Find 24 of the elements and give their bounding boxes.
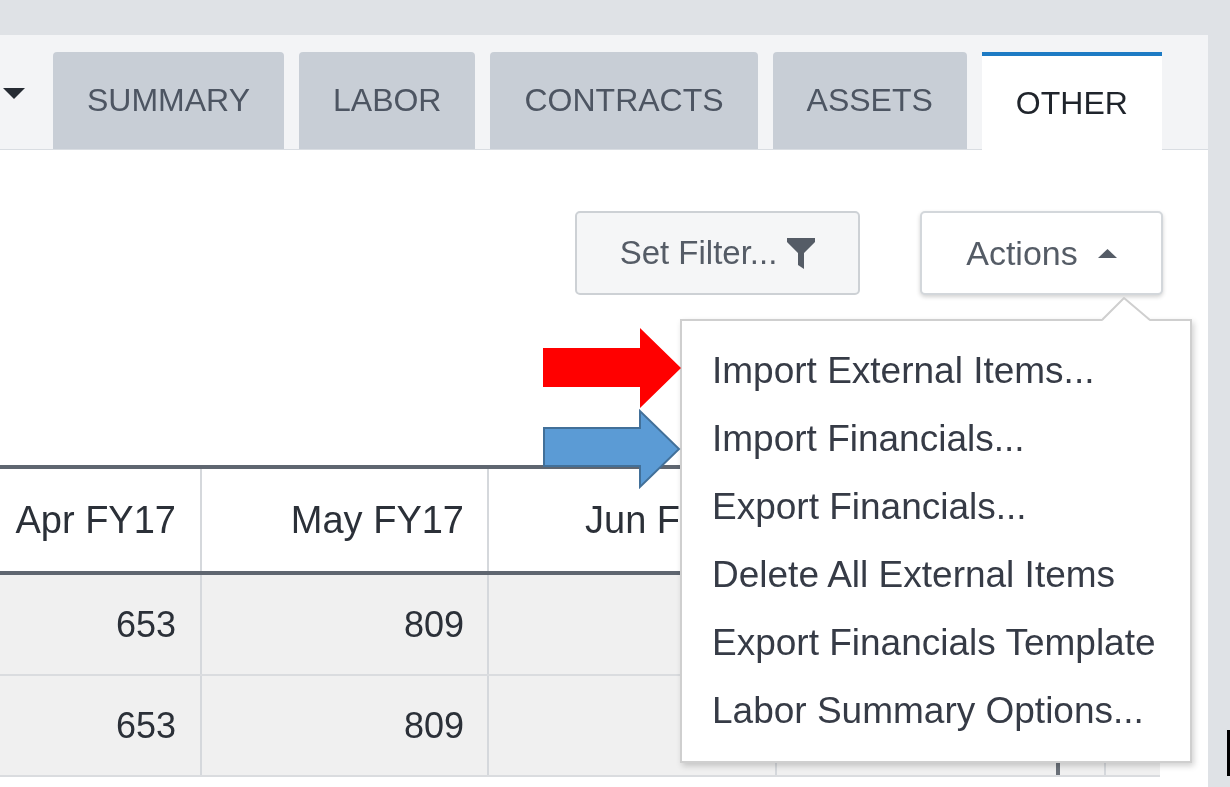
menu-item[interactable]: Export Financials Template bbox=[682, 609, 1190, 677]
set-filter-button[interactable]: Set Filter... bbox=[575, 211, 860, 295]
tab[interactable]: SUMMARY bbox=[53, 52, 284, 149]
table-cell: 653 bbox=[115, 704, 176, 747]
column-header: Jun F bbox=[585, 498, 681, 542]
column-header: Apr FY17 bbox=[15, 498, 176, 542]
caret-up-icon bbox=[1097, 248, 1117, 258]
filter-icon bbox=[787, 237, 816, 269]
caret-down-icon[interactable] bbox=[3, 88, 25, 99]
table-cell: 809 bbox=[403, 704, 464, 747]
tab[interactable]: OTHER bbox=[981, 52, 1162, 150]
menu-item[interactable]: Import External Items... bbox=[682, 337, 1190, 405]
tab[interactable]: ASSETS bbox=[772, 52, 967, 149]
menu-item[interactable]: Export Financials... bbox=[682, 473, 1190, 541]
tab[interactable]: LABOR bbox=[299, 52, 476, 149]
table-cell: 653 bbox=[115, 603, 176, 646]
menu-item[interactable]: Labor Summary Options... bbox=[682, 677, 1190, 745]
tab[interactable]: CONTRACTS bbox=[490, 52, 758, 149]
menu-item[interactable]: Delete All External Items bbox=[682, 541, 1190, 609]
text-cursor-icon bbox=[1227, 730, 1230, 776]
menu-item[interactable]: Import Financials... bbox=[682, 405, 1190, 473]
actions-button[interactable]: Actions bbox=[920, 211, 1163, 295]
table-cell: 809 bbox=[403, 603, 464, 646]
column-header: May FY17 bbox=[290, 498, 464, 542]
